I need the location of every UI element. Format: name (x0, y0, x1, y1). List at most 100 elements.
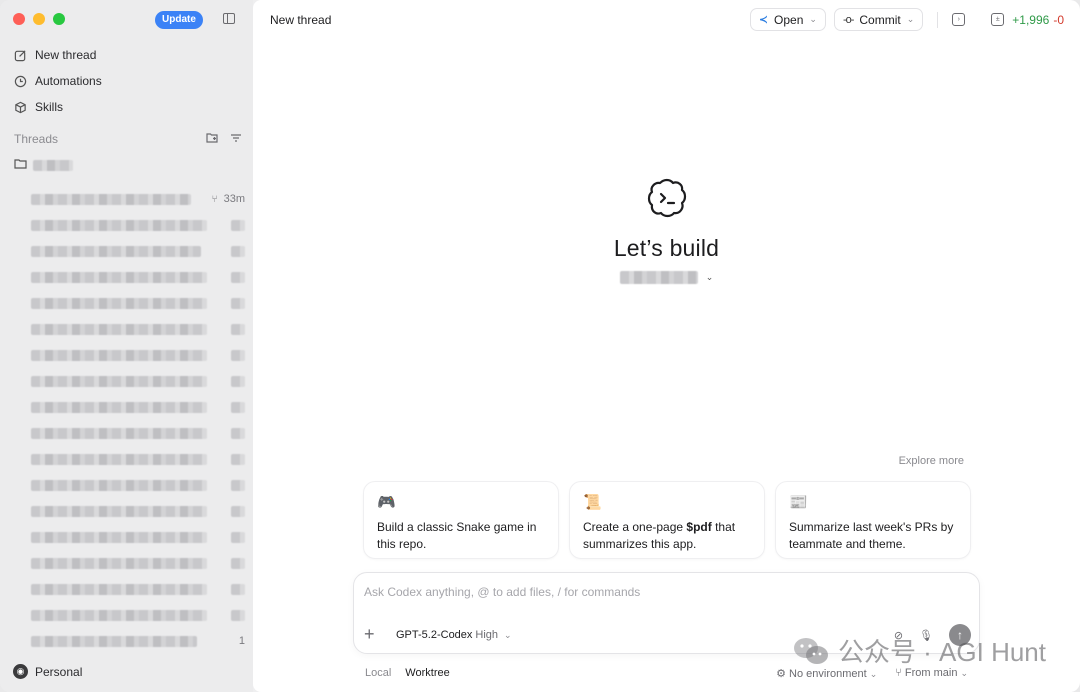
model-name: GPT-5.2-Codex (396, 629, 473, 641)
hero-title: Let’s build (613, 235, 720, 261)
nav-skills-label: Skills (35, 100, 64, 114)
threads-header: Threads (14, 131, 242, 147)
sidebar-nav: New thread Automations Skills (13, 42, 243, 120)
thread-item[interactable] (31, 576, 245, 602)
suggestion-card[interactable]: 🎮 Build a classic Snake game in this rep… (363, 481, 559, 559)
diff-stat[interactable]: +1,996 -0 (1012, 13, 1064, 27)
commit-icon: -o- (842, 13, 854, 26)
traffic-lights (13, 13, 65, 25)
filter-icon[interactable] (230, 132, 242, 146)
thread-item[interactable] (31, 446, 245, 472)
scroll-icon: 📜 (583, 494, 602, 511)
minimize-window-button[interactable] (33, 13, 45, 25)
account-switcher[interactable]: ◉ Personal (13, 664, 82, 679)
commit-label: Commit (859, 12, 901, 27)
edit-icon (13, 48, 27, 62)
clock-icon (13, 74, 27, 88)
nav-new-thread[interactable]: New thread (13, 42, 243, 68)
update-button[interactable]: Update (155, 11, 203, 29)
thread-item[interactable] (31, 238, 245, 264)
nav-automations-label: Automations (35, 74, 102, 88)
codex-logo-icon (647, 178, 686, 218)
thread-item[interactable] (31, 290, 245, 316)
toolbar-divider (937, 11, 939, 28)
chevron-down-icon: ⌄ (960, 668, 968, 678)
zoom-window-button[interactable] (53, 13, 65, 25)
vscode-icon: ≺ (758, 14, 769, 26)
open-button[interactable]: ≺ Open ⌄ (749, 8, 826, 31)
thread-time: 33m (223, 193, 245, 205)
newspaper-icon: 📰 (789, 494, 808, 511)
watermark: 公众号 · AGI Hunt (792, 632, 1046, 669)
thread-item[interactable] (31, 342, 245, 368)
thread-item[interactable] (31, 498, 245, 524)
sidebar: Update New thread Automations Skills Thr… (0, 0, 253, 692)
suggestion-card[interactable]: 📜 Create a one-page $pdf that summarizes… (569, 481, 765, 559)
account-avatar-icon: ◉ (13, 664, 28, 679)
project-selector[interactable]: ⌄ (253, 271, 1080, 284)
suggestion-text: Build a classic Snake game in this repo. (377, 520, 537, 551)
cube-icon (13, 100, 27, 114)
terminal-icon[interactable]: › (952, 13, 966, 26)
app-window: Update New thread Automations Skills Thr… (0, 0, 1080, 692)
chevron-down-icon: ⌄ (504, 629, 512, 640)
thread-item[interactable] (31, 368, 245, 394)
project-name-redacted (33, 159, 73, 171)
threads-heading: Threads (14, 132, 59, 146)
project-folder[interactable] (14, 158, 73, 172)
diff-removed: -0 (1053, 12, 1064, 27)
main-panel: New thread ≺ Open ⌄ -o- Commit ⌄ › ± +1,… (253, 0, 1080, 692)
project-name-redacted (619, 271, 698, 284)
thread-item[interactable] (31, 420, 245, 446)
thread-item[interactable] (31, 472, 245, 498)
suggestion-text: Create a one-page $pdf that summarizes t… (583, 520, 736, 551)
thread-list: ⑂ 33m 1 (31, 186, 245, 654)
open-label: Open (774, 12, 804, 27)
add-attachment-icon[interactable]: + (364, 625, 375, 643)
thread-item[interactable] (31, 264, 245, 290)
explore-more-link[interactable]: Explore more (899, 455, 964, 467)
toolbar: ≺ Open ⌄ -o- Commit ⌄ › ± +1,996 -0 (749, 8, 1064, 31)
suggestion-text: Summarize last week's PRs by teammate an… (789, 520, 954, 551)
model-selector[interactable]: GPT-5.2-Codex High ⌄ (396, 629, 512, 641)
thread-item[interactable] (31, 524, 245, 550)
diff-panel-icon[interactable]: ± (991, 13, 1005, 26)
chevron-down-icon: ⌄ (906, 14, 915, 24)
branch-icon: ⑂ (211, 193, 218, 205)
commit-button[interactable]: -o- Commit ⌄ (833, 8, 924, 31)
mode-worktree[interactable]: Worktree (405, 667, 449, 679)
hero: Let’s build ⌄ (253, 177, 1080, 284)
nav-new-thread-label: New thread (35, 48, 97, 62)
watermark-text: 公众号 · AGI Hunt (837, 637, 1046, 667)
thread-item[interactable] (31, 550, 245, 576)
chevron-down-icon: ⌄ (705, 272, 714, 282)
suggestion-card[interactable]: 📰 Summarize last week's PRs by teammate … (775, 481, 971, 559)
wechat-logo-icon (793, 637, 828, 664)
page-title: New thread (270, 13, 332, 27)
sidebar-toggle-icon[interactable] (223, 13, 235, 24)
composer-footer: Local Worktree (365, 667, 450, 679)
gear-icon: ⚙ (776, 668, 790, 680)
thread-item[interactable]: 1 (31, 628, 245, 654)
thread-item[interactable] (31, 394, 245, 420)
suggestion-cards: 🎮 Build a classic Snake game in this rep… (363, 481, 971, 559)
account-label: Personal (35, 664, 83, 679)
new-folder-icon[interactable] (206, 132, 218, 146)
nav-skills[interactable]: Skills (13, 94, 243, 120)
reasoning-effort: High (475, 629, 499, 641)
thread-item[interactable] (31, 602, 245, 628)
gamepad-icon: 🎮 (377, 494, 396, 511)
folder-icon (14, 158, 27, 172)
chevron-down-icon: ⌄ (869, 669, 878, 679)
thread-time: 1 (238, 635, 245, 647)
mode-local[interactable]: Local (365, 667, 391, 679)
thread-item[interactable]: ⑂ 33m (31, 186, 245, 212)
thread-item[interactable] (31, 212, 245, 238)
diff-added: +1,996 (1012, 12, 1050, 27)
environment-label: No environment (789, 668, 867, 680)
close-window-button[interactable] (13, 13, 25, 25)
thread-item[interactable] (31, 316, 245, 342)
chevron-down-icon: ⌄ (809, 14, 817, 24)
nav-automations[interactable]: Automations (13, 68, 243, 94)
prompt-input[interactable] (364, 582, 964, 602)
